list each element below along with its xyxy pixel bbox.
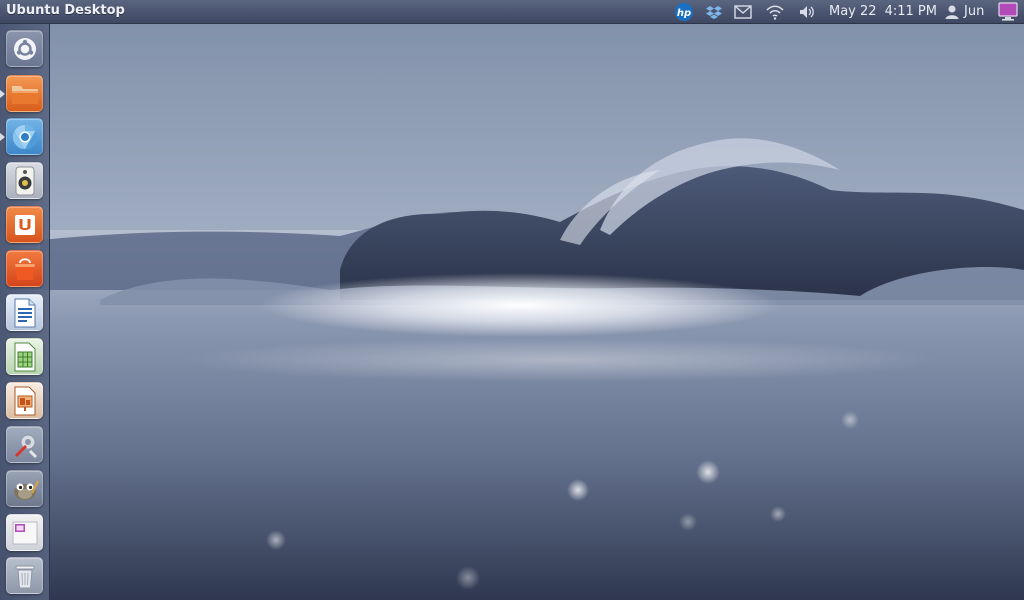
user-name[interactable]: Jun <box>964 4 984 19</box>
launcher-item-rhythmbox[interactable] <box>6 162 43 199</box>
panel-title: Ubuntu Desktop <box>6 3 125 18</box>
hp-icon[interactable]: hp <box>673 2 695 22</box>
svg-text:hp: hp <box>677 8 691 19</box>
desktop-wallpaper <box>0 0 1024 600</box>
browser-icon <box>12 124 37 149</box>
workspaces-icon <box>12 521 37 544</box>
wrench-icon <box>14 434 37 458</box>
spreadsheet-icon <box>14 342 35 371</box>
launcher-item-gimp[interactable] <box>6 470 43 507</box>
launcher-item-dash-home[interactable] <box>6 30 43 67</box>
clock-time: 4:11 PM <box>884 4 937 19</box>
wifi-icon[interactable] <box>764 2 786 22</box>
session-icon[interactable] <box>996 2 1020 22</box>
mail-icon[interactable] <box>732 2 754 22</box>
document-icon <box>14 298 35 327</box>
launcher-item-writer[interactable] <box>6 294 43 331</box>
launcher <box>0 24 50 600</box>
desktop-screen: Ubuntu Desktop hp May 22 4:11 PM Jun <box>0 0 1024 600</box>
launcher-item-workspace-switcher[interactable] <box>6 514 43 551</box>
speaker-icon <box>15 166 34 195</box>
clock-date: May 22 <box>829 4 877 19</box>
shopping-bag-icon <box>14 257 35 280</box>
launcher-item-chromium[interactable] <box>6 118 43 155</box>
launcher-item-calc[interactable] <box>6 338 43 375</box>
launcher-item-software-center[interactable] <box>6 250 43 287</box>
ubuntu-one-icon <box>14 214 35 235</box>
launcher-item-system-settings[interactable] <box>6 426 43 463</box>
folder-icon <box>11 85 38 104</box>
clock[interactable]: May 22 4:11 PM <box>829 4 937 19</box>
running-indicator <box>0 90 5 98</box>
presentation-icon <box>14 386 35 415</box>
launcher-item-impress[interactable] <box>6 382 43 419</box>
gimp-icon <box>13 479 39 500</box>
launcher-item-ubuntu-one[interactable] <box>6 206 43 243</box>
volume-icon[interactable] <box>796 2 818 22</box>
ubuntu-logo-icon <box>13 37 36 60</box>
running-indicator <box>0 133 5 141</box>
launcher-item-trash[interactable] <box>6 557 43 594</box>
launcher-item-files[interactable] <box>6 75 43 112</box>
user-icon[interactable] <box>943 2 961 22</box>
trash-icon <box>15 565 34 588</box>
dropbox-icon[interactable] <box>705 2 723 22</box>
top-panel: Ubuntu Desktop hp May 22 4:11 PM Jun <box>0 0 1024 24</box>
